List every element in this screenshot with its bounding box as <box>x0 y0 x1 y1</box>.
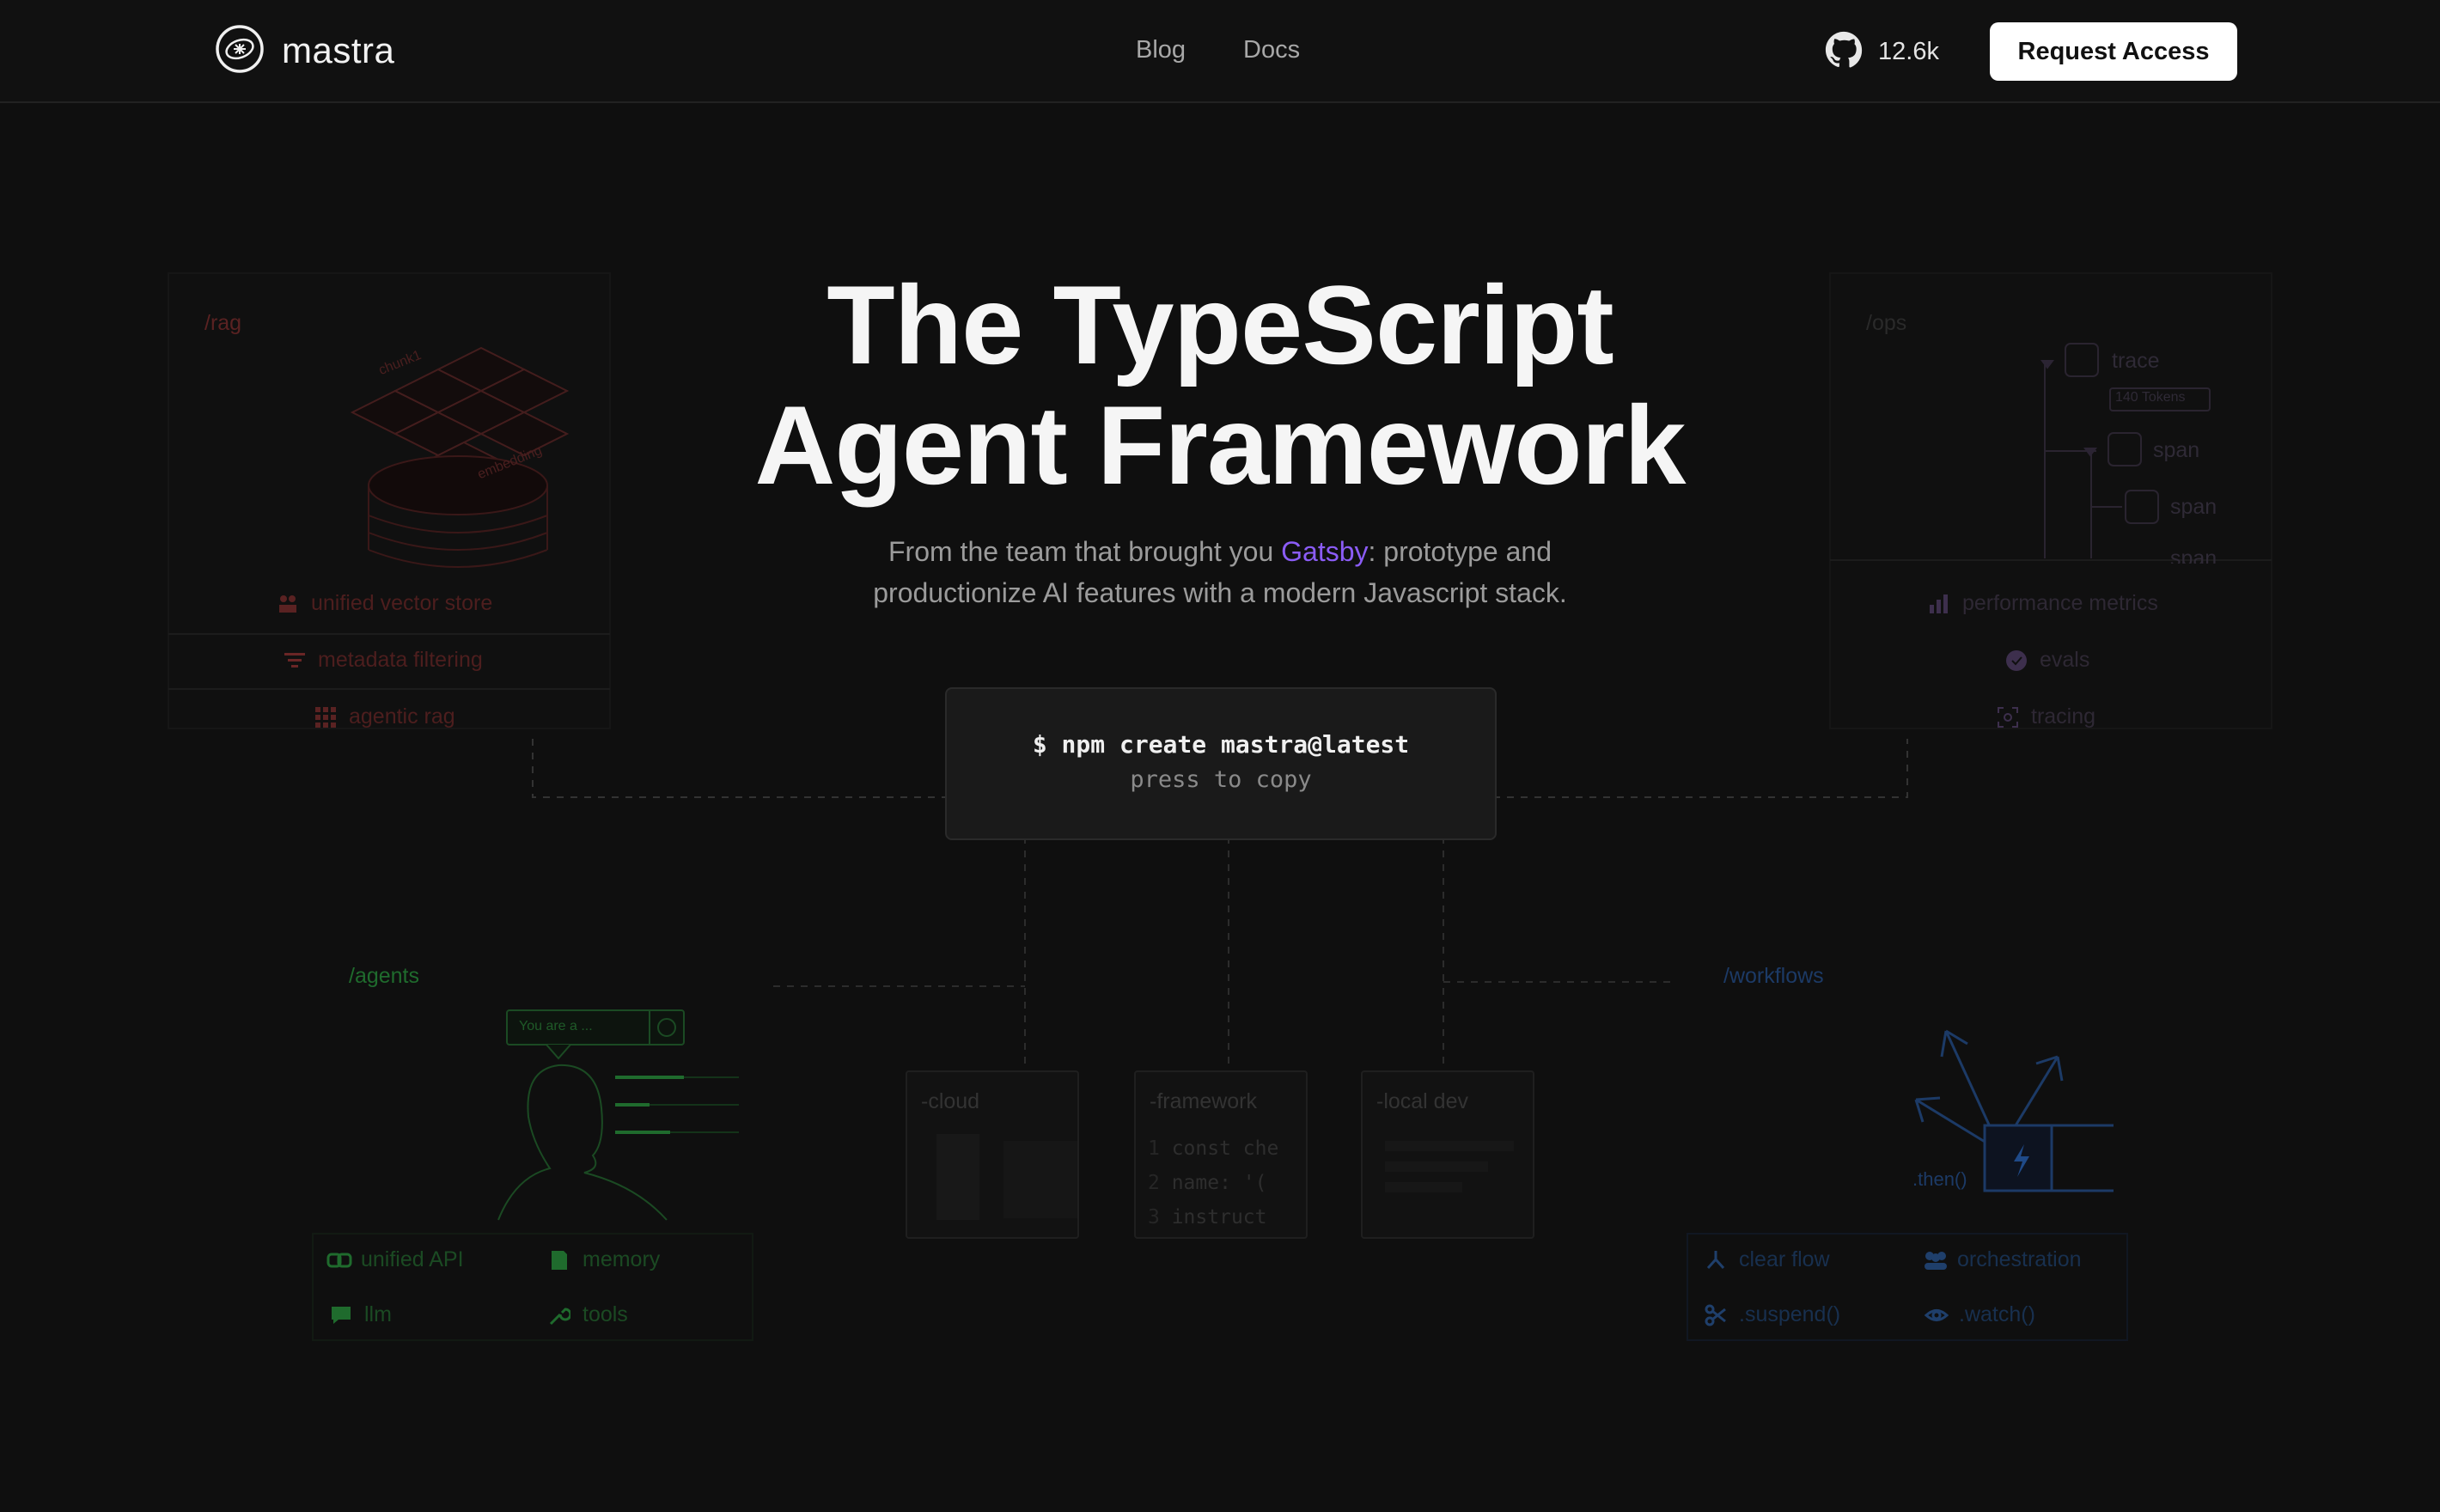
feature-unified-vector-store: unified vector store <box>277 591 492 616</box>
feature-watch: .watch() <box>1924 1302 2035 1327</box>
chat-icon <box>330 1304 352 1326</box>
evals-icon <box>2005 649 2028 672</box>
agent-prompt-placeholder: You are a ... <box>519 1019 593 1033</box>
install-command: $ npm create mastra@latest <box>1032 730 1410 759</box>
cloud-preview-sidebar <box>936 1134 979 1220</box>
code-line-3: 3 instruct <box>1148 1206 1267 1228</box>
framework-card-label: -framework <box>1150 1089 1258 1113</box>
then-label: .then() <box>1912 1168 1967 1190</box>
ops-span-1: span <box>2153 438 2200 462</box>
scissors-icon <box>1705 1304 1727 1326</box>
rag-label: /rag <box>204 311 242 335</box>
agents-label: /agents <box>349 964 420 988</box>
subtitle-text: From the team that brought you <box>888 536 1282 567</box>
feature-clear-flow: clear flow <box>1705 1247 1830 1272</box>
subtitle-line2: productionize AI features with a modern … <box>873 577 1567 608</box>
framework-card[interactable]: -framework 1 const che 2 name: '( 3 inst… <box>1134 1070 1308 1239</box>
local-preview-line <box>1385 1161 1488 1172</box>
vector-store-icon <box>277 593 299 615</box>
ops-trace: trace <box>2112 349 2160 373</box>
feature-tools: tools <box>548 1302 628 1327</box>
flow-icon <box>1705 1249 1727 1271</box>
feature-tracing: tracing <box>1997 704 2095 729</box>
wrench-icon <box>548 1304 572 1326</box>
ops-label: /ops <box>1866 311 1907 335</box>
code-line-1: 1 const che <box>1148 1137 1279 1160</box>
feature-agentic-rag: agentic rag <box>314 704 455 729</box>
link-icon <box>326 1249 352 1271</box>
hero-title: The TypeScript Agent Framework <box>0 265 2440 505</box>
ops-span-3: span <box>2170 546 2217 564</box>
grid-icon <box>314 706 337 729</box>
feature-suspend: .suspend() <box>1705 1302 1840 1327</box>
users-icon <box>1923 1249 1947 1271</box>
install-command-box[interactable]: $ npm create mastra@latest press to copy <box>945 687 1497 840</box>
feature-llm: llm <box>330 1302 392 1327</box>
bar-chart-icon <box>1928 593 1950 615</box>
ops-tokens: 140 Tokens <box>2115 390 2186 405</box>
local-preview-line <box>1385 1141 1514 1151</box>
feature-orchestration: orchestration <box>1923 1247 2082 1272</box>
hero-title-line1: The TypeScript <box>827 262 1613 387</box>
book-icon <box>548 1249 570 1271</box>
gatsby-link[interactable]: Gatsby <box>1281 536 1368 567</box>
feature-performance-metrics: performance metrics <box>1928 591 2158 616</box>
feature-unified-api: unified API <box>326 1247 464 1272</box>
feature-evals: evals <box>2005 648 2089 673</box>
ops-span-2: span <box>2170 495 2217 519</box>
cloud-card[interactable]: -cloud <box>906 1070 1079 1239</box>
feature-memory: memory <box>548 1247 660 1272</box>
tracing-icon <box>1997 706 2019 729</box>
cloud-preview-content <box>1003 1141 1077 1218</box>
filter-icon <box>284 649 306 672</box>
local-dev-card-label: -local dev <box>1376 1089 1468 1113</box>
feature-metadata-filtering: metadata filtering <box>284 648 483 673</box>
workflows-label: /workflows <box>1723 964 1824 988</box>
hero-title-line2: Agent Framework <box>754 382 1686 508</box>
copy-hint: press to copy <box>1130 766 1312 793</box>
eye-icon <box>1924 1304 1949 1326</box>
cloud-card-label: -cloud <box>921 1089 980 1113</box>
local-preview-line <box>1385 1182 1462 1192</box>
local-dev-card[interactable]: -local dev <box>1361 1070 1534 1239</box>
code-line-2: 2 name: '( <box>1148 1172 1267 1194</box>
subtitle-text-cont: : prototype and <box>1368 536 1552 567</box>
